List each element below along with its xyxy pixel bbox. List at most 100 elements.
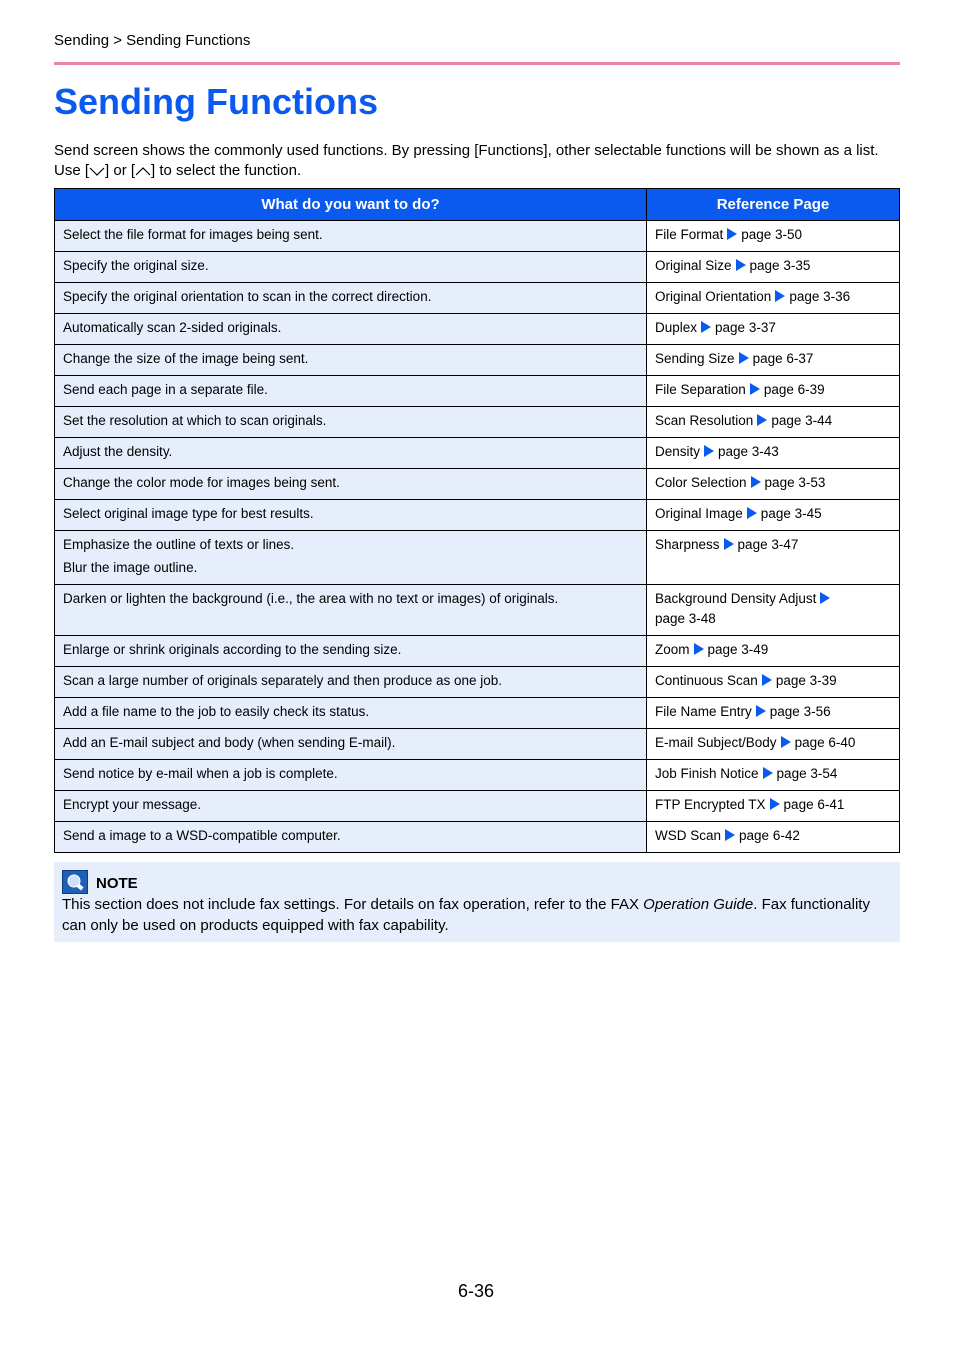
reference-cell: Original Size page 3-35 — [646, 251, 900, 283]
task-text: Enlarge or shrink originals according to… — [63, 642, 402, 657]
reference-cell: Sharpness page 3-47 — [646, 530, 900, 585]
reference-function-name: Sharpness — [655, 537, 720, 552]
reference-function-name: Scan Resolution — [655, 413, 754, 428]
reference-function-name: Original Image — [655, 506, 743, 521]
table-row: Darken or lighten the background (i.e., … — [54, 584, 900, 636]
task-text: Set the resolution at which to scan orig… — [63, 413, 327, 428]
reference-page-link[interactable]: page 6-41 — [784, 797, 845, 812]
task-cell: Encrypt your message. — [54, 790, 647, 822]
arrow-right-icon — [820, 592, 831, 604]
table-row: Scan a large number of originals separat… — [54, 666, 900, 698]
arrow-right-icon — [735, 259, 746, 271]
table-row: Encrypt your message. FTP Encrypted TX pag… — [54, 790, 900, 822]
reference-page-link[interactable]: page 3-50 — [741, 227, 802, 242]
reference-cell: Density page 3-43 — [646, 437, 900, 469]
task-cell: Automatically scan 2-sided originals. — [54, 313, 647, 345]
note-icon — [62, 870, 88, 894]
reference-page-link[interactable]: page 6-40 — [795, 735, 856, 750]
arrow-right-icon — [750, 476, 761, 488]
task-text: Specify the original orientation to scan… — [63, 289, 432, 304]
task-cell: Change the size of the image being sent. — [54, 344, 647, 376]
reference-function-name: Original Orientation — [655, 289, 772, 304]
task-text: Add an E-mail subject and body (when sen… — [63, 735, 396, 750]
note-text-italic: Operation Guide — [643, 896, 754, 913]
table-row: Add a file name to the job to easily che… — [54, 697, 900, 729]
reference-cell: Job Finish Notice page 3-54 — [646, 759, 900, 791]
reference-page-link[interactable]: page 6-39 — [764, 382, 825, 397]
intro-text-2: ] or [ — [105, 162, 136, 179]
reference-function-name: WSD Scan — [655, 828, 722, 843]
task-text: Select the file format for images being … — [63, 227, 323, 242]
task-text: Blur the image outline. — [63, 560, 198, 575]
reference-page-link[interactable]: page 3-48 — [655, 611, 716, 626]
task-text: Send notice by e-mail when a job is comp… — [63, 766, 338, 781]
reference-page-link[interactable]: page 6-37 — [753, 351, 814, 366]
arrow-right-icon — [761, 674, 772, 686]
breadcrumb: Sending > Sending Functions — [54, 32, 251, 49]
arrow-right-icon — [755, 705, 766, 717]
reference-cell: Sending Size page 6-37 — [646, 344, 900, 376]
reference-page-link[interactable]: page 3-44 — [771, 413, 832, 428]
table-row: Adjust the density. Density page 3-43 — [54, 437, 900, 469]
table-row: Add an E-mail subject and body (when sen… — [54, 728, 900, 760]
task-text: Emphasize the outline of texts or lines. — [63, 537, 295, 552]
arrow-right-icon — [749, 383, 760, 395]
task-text: Specify the original size. — [63, 258, 209, 273]
reference-function-name: File Format — [655, 227, 724, 242]
chevron-up-icon — [135, 167, 151, 176]
note-box: NOTE This section does not include fax s… — [54, 862, 900, 942]
reference-cell: Continuous Scan page 3-39 — [646, 666, 900, 698]
reference-page-link[interactable]: page 3-43 — [718, 444, 779, 459]
reference-page-link[interactable]: page 3-56 — [770, 704, 831, 719]
table-row: Enlarge or shrink originals according to… — [54, 635, 900, 667]
reference-page-link[interactable]: page 3-45 — [761, 506, 822, 521]
note-text-1: This section does not include fax settin… — [62, 896, 644, 913]
reference-cell: Duplex page 3-37 — [646, 313, 900, 345]
task-text: Darken or lighten the background (i.e., … — [63, 591, 559, 606]
chevron-down-icon — [89, 167, 105, 176]
reference-cell: Scan Resolution page 3-44 — [646, 406, 900, 438]
reference-function-name: Density — [655, 444, 701, 459]
task-cell: Add an E-mail subject and body (when sen… — [54, 728, 647, 760]
arrow-right-icon — [727, 228, 738, 240]
reference-function-name: Duplex — [655, 320, 698, 335]
note-text: This section does not include fax settin… — [62, 894, 882, 936]
task-cell: Send each page in a separate file. — [54, 375, 647, 407]
reference-cell: WSD Scan page 6-42 — [646, 821, 900, 853]
reference-function-name: FTP Encrypted TX — [655, 797, 766, 812]
task-text: Add a file name to the job to easily che… — [63, 704, 370, 719]
table-row: Select the file format for images being … — [54, 220, 900, 252]
table-row: Emphasize the outline of texts or lines.… — [54, 530, 900, 585]
task-cell: Adjust the density. — [54, 437, 647, 469]
reference-page-link[interactable]: page 3-37 — [715, 320, 776, 335]
arrow-right-icon — [723, 538, 734, 550]
reference-cell: Original Orientation page 3-36 — [646, 282, 900, 314]
table-row: Change the color mode for images being s… — [54, 468, 900, 500]
task-cell: Set the resolution at which to scan orig… — [54, 406, 647, 438]
task-cell: Select the file format for images being … — [54, 220, 647, 252]
reference-page-link[interactable]: page 3-47 — [738, 537, 799, 552]
reference-page-link[interactable]: page 3-39 — [776, 673, 837, 688]
reference-page-link[interactable]: page 3-49 — [708, 642, 769, 657]
reference-page-link[interactable]: page 6-42 — [739, 828, 800, 843]
task-cell: Emphasize the outline of texts or lines.… — [54, 530, 647, 585]
arrow-right-icon — [775, 290, 786, 302]
task-text: Send each page in a separate file. — [63, 382, 268, 397]
reference-cell: File Separation page 6-39 — [646, 375, 900, 407]
table-row: Send notice by e-mail when a job is comp… — [54, 759, 900, 791]
task-cell: Send notice by e-mail when a job is comp… — [54, 759, 647, 791]
reference-page-link[interactable]: page 3-35 — [750, 258, 811, 273]
reference-function-name: Sending Size — [655, 351, 735, 366]
reference-function-name: E-mail Subject/Body — [655, 735, 777, 750]
reference-page-link[interactable]: page 3-54 — [777, 766, 838, 781]
reference-cell: FTP Encrypted TX page 6-41 — [646, 790, 900, 822]
arrow-right-icon — [757, 414, 768, 426]
reference-page-link[interactable]: page 3-53 — [765, 475, 826, 490]
table-row: Change the size of the image being sent.… — [54, 344, 900, 376]
reference-cell: Color Selection page 3-53 — [646, 468, 900, 500]
reference-function-name: Job Finish Notice — [655, 766, 759, 781]
task-cell: Darken or lighten the background (i.e., … — [54, 584, 647, 636]
arrow-right-icon — [738, 352, 749, 364]
reference-page-link[interactable]: page 3-36 — [789, 289, 850, 304]
header-divider — [54, 62, 900, 65]
